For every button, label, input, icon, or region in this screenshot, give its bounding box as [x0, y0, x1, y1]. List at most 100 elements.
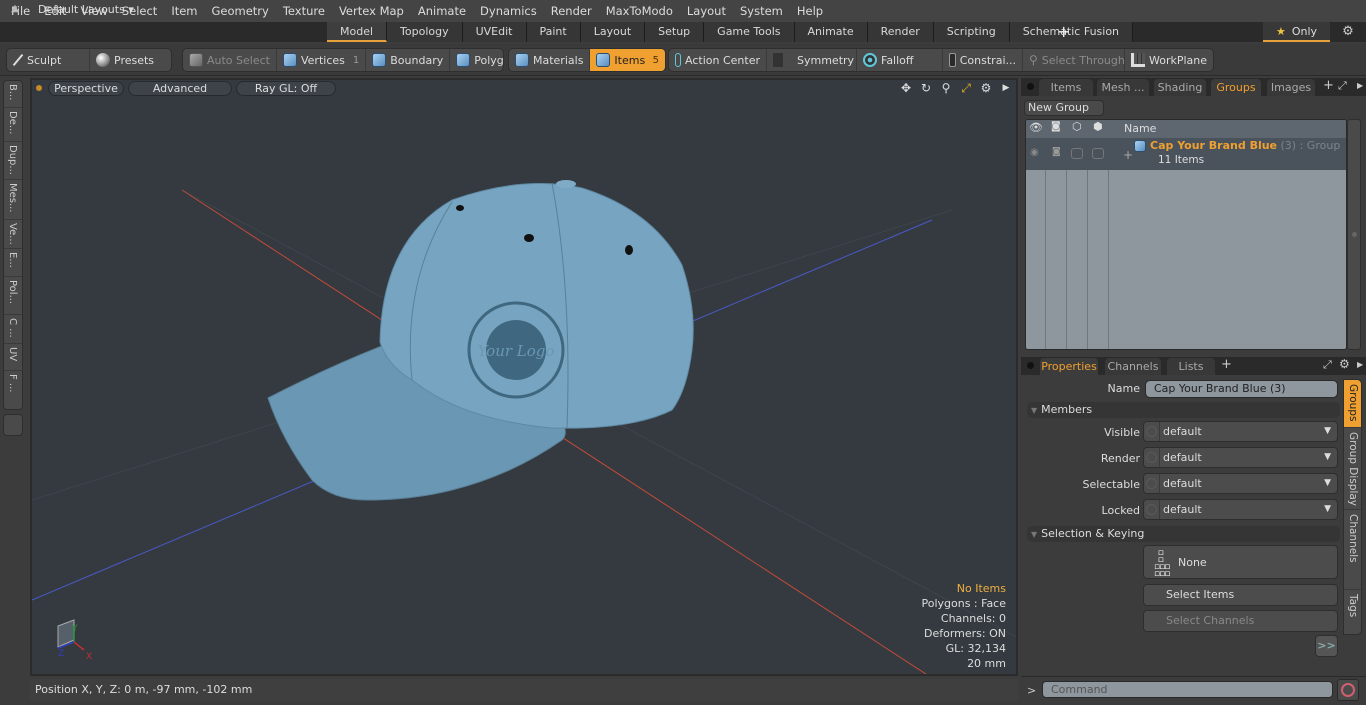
visible-radio[interactable]: [1146, 426, 1157, 437]
boundary-button[interactable]: Boundary: [366, 49, 451, 71]
selectable-dropdown[interactable]: default ▼: [1143, 473, 1338, 494]
scroll-handle[interactable]: [1352, 232, 1357, 237]
panel-arrow-icon[interactable]: ▶: [1357, 81, 1363, 90]
add-tab-icon[interactable]: +: [1323, 78, 1334, 93]
new-group-button[interactable]: New Group: [1024, 100, 1104, 116]
left-tab-basic[interactable]: B...: [4, 81, 22, 108]
tab-setup[interactable]: Setup: [645, 22, 705, 42]
expand-icon[interactable]: +: [1123, 148, 1133, 162]
menu-animate[interactable]: Animate: [411, 0, 473, 22]
left-tab-vertex[interactable]: Ve...: [4, 220, 22, 249]
falloff-button[interactable]: Falloff: [857, 49, 943, 71]
tab-groups[interactable]: Groups: [1211, 79, 1261, 96]
tab-game-tools[interactable]: Game Tools: [704, 22, 795, 42]
tab-schematic-fusion[interactable]: Schematic Fusion: [1009, 22, 1134, 42]
row-lock-toggle[interactable]: [1092, 148, 1104, 159]
tab-paint[interactable]: Paint: [526, 22, 581, 42]
menu-maxtomodo[interactable]: MaxToModo: [599, 0, 680, 22]
lock-cube-icon[interactable]: ⬢: [1093, 120, 1103, 133]
side-tab-group-display[interactable]: Group Display: [1344, 428, 1361, 510]
row-select-toggle[interactable]: [1071, 148, 1083, 159]
pan-icon[interactable]: ✥: [898, 80, 914, 96]
select-through-button[interactable]: ⚲ Select Through: [1023, 49, 1125, 71]
maximize-icon[interactable]: ⤢: [958, 80, 974, 96]
left-tab-polygon[interactable]: Pol...: [4, 277, 22, 315]
menu-texture[interactable]: Texture: [276, 0, 332, 22]
add-props-tab-icon[interactable]: +: [1221, 357, 1232, 372]
action-center-button[interactable]: Action Center: [669, 49, 767, 71]
panel-menu-dot[interactable]: [1027, 83, 1034, 90]
select-channels-button[interactable]: Select Channels: [1143, 610, 1338, 632]
view-mode-button[interactable]: Perspective: [48, 81, 124, 96]
layout-select[interactable]: Default Layouts ▾: [38, 2, 134, 18]
tab-layout[interactable]: Layout: [580, 22, 646, 42]
sculpt-button[interactable]: Sculpt: [7, 49, 90, 71]
raygl-button[interactable]: Ray GL: Off: [236, 81, 336, 96]
camera-icon[interactable]: ◙: [1051, 121, 1061, 132]
tab-animate[interactable]: Animate: [794, 22, 868, 42]
menu-render[interactable]: Render: [544, 0, 599, 22]
auto-select-button[interactable]: Auto Select: [183, 49, 277, 71]
menu-geometry[interactable]: Geometry: [205, 0, 276, 22]
add-tab-button[interactable]: +: [1057, 22, 1071, 42]
keying-none-button[interactable]: ▫ ▫ ▫▫▫ ▫▫▫ None: [1143, 545, 1338, 579]
items-button[interactable]: Items 5: [590, 49, 665, 71]
presets-button[interactable]: Presets: [90, 49, 171, 71]
row-render-icon[interactable]: ◙: [1052, 147, 1061, 157]
props-arrow-icon[interactable]: ▶: [1357, 360, 1363, 369]
menu-item[interactable]: Item: [164, 0, 204, 22]
tab-channels[interactable]: Channels: [1105, 358, 1161, 375]
symmetry-button[interactable]: Symmetry: [767, 49, 857, 71]
materials-button[interactable]: Materials: [509, 49, 591, 71]
side-tab-groups[interactable]: Groups: [1344, 380, 1361, 428]
menu-system[interactable]: System: [733, 0, 790, 22]
tab-scripting[interactable]: Scripting: [933, 22, 1010, 42]
side-tab-tags[interactable]: Tags: [1344, 590, 1361, 634]
locked-radio[interactable]: [1146, 504, 1157, 515]
tab-render[interactable]: Render: [867, 22, 934, 42]
more-button[interactable]: >>: [1315, 635, 1338, 657]
collapse-up-icon[interactable]: ▲: [8, 3, 22, 17]
vertices-button[interactable]: Vertices 1: [277, 49, 367, 71]
left-tab-fusion[interactable]: F ...: [4, 371, 22, 401]
gear-icon[interactable]: ⚙: [1340, 24, 1356, 40]
name-field[interactable]: Cap Your Brand Blue (3): [1145, 380, 1338, 398]
record-macro-button[interactable]: [1337, 679, 1359, 701]
left-tab-edge[interactable]: E...: [4, 249, 22, 277]
left-tab-deform[interactable]: De...: [4, 108, 22, 142]
menu-dynamics[interactable]: Dynamics: [473, 0, 544, 22]
select-items-button[interactable]: Select Items: [1143, 584, 1338, 606]
members-section[interactable]: ▼ Members: [1027, 402, 1340, 418]
group-list-scrollbar[interactable]: [1347, 119, 1361, 350]
baseball-cap-model[interactable]: Your Logo: [267, 180, 694, 501]
menu-help[interactable]: Help: [790, 0, 830, 22]
tab-shading[interactable]: Shading: [1154, 79, 1206, 96]
tab-uvedit[interactable]: UVEdit: [462, 22, 527, 42]
menu-vertex-map[interactable]: Vertex Map: [332, 0, 411, 22]
render-radio[interactable]: [1146, 452, 1157, 463]
maximize-panel-icon[interactable]: ⤢: [1338, 79, 1347, 93]
only-button[interactable]: ★ Only: [1263, 22, 1330, 42]
workplane-button[interactable]: WorkPlane: [1125, 49, 1213, 71]
row-eye-icon[interactable]: ◉: [1030, 147, 1039, 158]
expand-arrow-icon[interactable]: ▶: [998, 80, 1014, 96]
eye-icon[interactable]: 👁: [1029, 121, 1043, 134]
tab-lists[interactable]: Lists: [1167, 358, 1215, 375]
side-tab-user-channels[interactable]: User Channels: [1344, 510, 1361, 590]
menu-layout[interactable]: Layout: [680, 0, 733, 22]
selectable-radio[interactable]: [1146, 478, 1157, 489]
command-input[interactable]: Command: [1042, 681, 1333, 698]
3d-viewport[interactable]: Your Logo Y X Z: [30, 78, 1018, 676]
maximize-props-icon[interactable]: ⤢: [1323, 358, 1332, 372]
left-tab-mesh-edit[interactable]: Mes...: [4, 180, 22, 220]
viewport-gear-icon[interactable]: ⚙: [978, 80, 994, 96]
constraints-button[interactable]: Constrai...: [943, 49, 1023, 71]
props-gear-icon[interactable]: ⚙: [1339, 357, 1350, 371]
rotate-icon[interactable]: ↻: [918, 80, 934, 96]
left-tab-curve[interactable]: C ...: [4, 315, 22, 344]
left-tab-uv[interactable]: UV: [4, 344, 22, 371]
locked-dropdown[interactable]: default ▼: [1143, 499, 1338, 520]
selection-keying-section[interactable]: ▼ Selection & Keying: [1027, 526, 1340, 542]
tab-images[interactable]: Images: [1267, 79, 1315, 96]
left-tab-extra[interactable]: [3, 414, 23, 436]
